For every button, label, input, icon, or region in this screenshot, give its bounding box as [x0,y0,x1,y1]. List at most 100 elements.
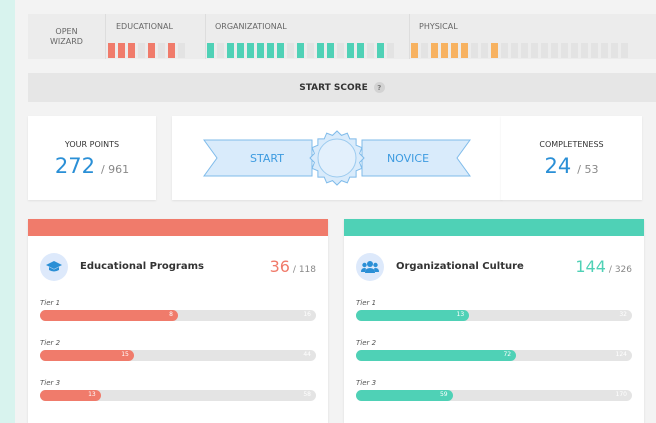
wizard-step[interactable] [501,43,508,58]
wizard-step[interactable] [561,43,568,58]
wizard-step[interactable] [551,43,558,58]
wizard-step[interactable] [118,43,125,58]
tier-fill: 13 [40,390,101,401]
wizard-step[interactable] [237,43,244,58]
wizard-step[interactable] [337,43,344,58]
tier-value: 15 [121,351,129,358]
tier-label: Tier 3 [40,379,61,387]
wizard-step[interactable] [158,43,165,58]
step-row [108,43,185,58]
step-row [207,43,394,58]
tier-fill: 13 [356,310,470,321]
category-header: Educational Programs 36/ 118 [40,253,316,283]
wizard-step[interactable] [571,43,578,58]
tier-max: 170 [615,391,627,398]
wizard-step[interactable] [511,43,518,58]
tier-fill: 15 [40,350,134,361]
wizard-step[interactable] [431,43,438,58]
start-score-bar: START SCORE ? [28,73,656,102]
section-label: PHYSICAL [419,22,458,31]
step-row [411,43,628,58]
wizard-progress-bar: OPEN WIZARD EDUCATIONAL ORGANIZATIONAL P… [28,14,656,59]
wizard-step[interactable] [128,43,135,58]
wizard-step[interactable] [108,43,115,58]
wizard-step[interactable] [297,43,304,58]
tier-track: 58 13 [40,390,316,401]
users-icon [356,253,384,281]
tier-value: 13 [88,391,96,398]
wizard-step[interactable] [168,43,175,58]
category-score-total: / 326 [608,265,632,275]
points-total: / 961 [100,163,130,176]
completeness-count: 24 [544,154,572,178]
level-ribbon-card: START NOVICE [172,116,502,200]
category-score-total: / 118 [292,265,316,275]
tier-label: Tier 2 [356,339,377,347]
wizard-section-educational[interactable]: EDUCATIONAL [107,14,204,59]
wizard-step[interactable] [387,43,394,58]
wizard-step[interactable] [521,43,528,58]
wizard-step[interactable] [411,43,418,58]
wizard-section-organizational[interactable]: ORGANIZATIONAL [205,14,408,59]
wizard-step[interactable] [178,43,185,58]
wizard-step[interactable] [257,43,264,58]
category-title: Educational Programs [80,261,204,272]
your-points-value: 272 / 961 [28,154,156,178]
wizard-step[interactable] [347,43,354,58]
wizard-step[interactable] [451,43,458,58]
badge-seal-inner [317,138,357,178]
wizard-step[interactable] [621,43,628,58]
wizard-step[interactable] [441,43,448,58]
tier-progress: Tier 3 170 59 [356,379,632,405]
wizard-step[interactable] [217,43,224,58]
completeness-card: COMPLETENESS 24 / 53 [501,116,642,200]
wizard-step[interactable] [591,43,598,58]
wizard-step[interactable] [327,43,334,58]
wizard-step[interactable] [377,43,384,58]
tier-label: Tier 1 [40,299,61,307]
wizard-step[interactable] [148,43,155,58]
help-icon[interactable]: ? [373,82,385,93]
tier-progress: Tier 3 58 13 [40,379,316,405]
wizard-step[interactable] [367,43,374,58]
tier-label: Tier 1 [356,299,377,307]
open-wizard-button[interactable]: OPEN WIZARD [28,14,106,59]
wizard-step[interactable] [227,43,234,58]
wizard-step[interactable] [277,43,284,58]
tier-max: 16 [303,311,311,318]
completeness-label: COMPLETENESS [539,140,604,149]
tier-value: 59 [439,391,448,398]
category-panel-organizational[interactable]: Organizational Culture 144/ 326 Tier 1 32… [344,219,644,423]
dashboard: OPEN WIZARD EDUCATIONAL ORGANIZATIONAL P… [15,0,656,423]
tier-fill: 8 [40,310,178,321]
category-score-value: 144 [575,257,606,276]
wizard-step[interactable] [601,43,608,58]
wizard-step[interactable] [611,43,618,58]
wizard-step[interactable] [531,43,538,58]
wizard-step[interactable] [491,43,498,58]
wizard-step[interactable] [541,43,548,58]
wizard-step[interactable] [461,43,468,58]
wizard-step[interactable] [317,43,324,58]
section-label: ORGANIZATIONAL [215,22,287,31]
wizard-step[interactable] [421,43,428,58]
category-score: 36/ 118 [270,257,316,276]
wizard-section-physical[interactable]: PHYSICAL [409,14,656,59]
wizard-step[interactable] [471,43,478,58]
graduation-cap-icon [40,253,68,281]
wizard-step[interactable] [247,43,254,58]
completeness-total: / 53 [577,163,599,176]
tier-label: Tier 3 [356,379,377,387]
wizard-step[interactable] [307,43,314,58]
wizard-step[interactable] [267,43,274,58]
wizard-step[interactable] [481,43,488,58]
wizard-step[interactable] [287,43,294,58]
points-value: 272 [54,154,95,178]
wizard-step[interactable] [138,43,145,58]
wizard-step[interactable] [581,43,588,58]
tier-value: 13 [456,311,465,318]
wizard-step[interactable] [207,43,214,58]
start-score-label: START SCORE [299,82,368,93]
category-panel-educational[interactable]: Educational Programs 36/ 118 Tier 1 16 8 Ti… [28,219,328,423]
wizard-step[interactable] [357,43,364,58]
